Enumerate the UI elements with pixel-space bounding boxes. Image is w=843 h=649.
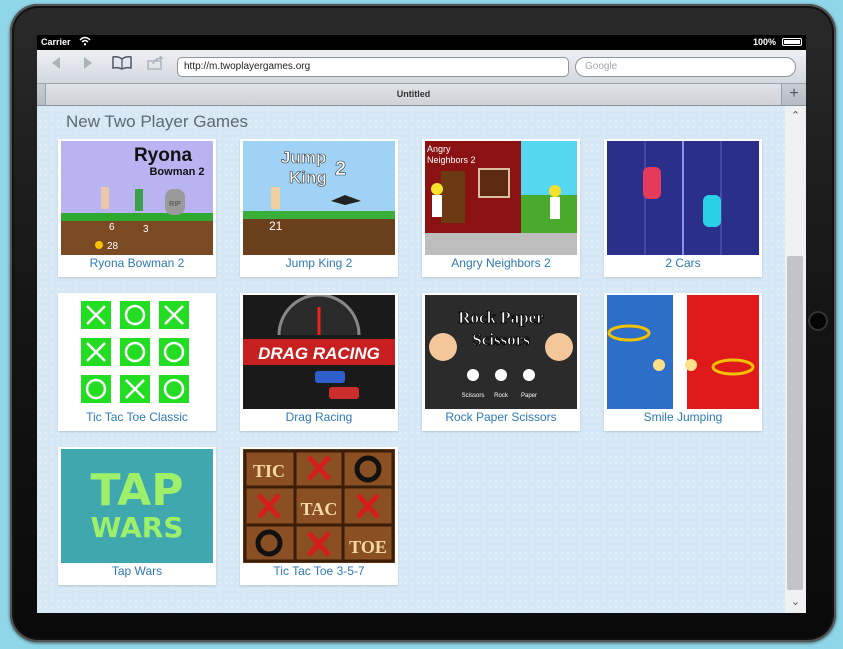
back-button[interactable]	[45, 56, 67, 76]
back-arrow-icon	[52, 57, 60, 69]
game-card-2-cars[interactable]: 2 Cars	[604, 139, 762, 277]
game-thumbnail: TAP WARS	[61, 449, 213, 563]
forward-button[interactable]	[77, 56, 99, 76]
battery-icon	[782, 38, 802, 46]
tab-untitled[interactable]: Untitled	[45, 84, 782, 105]
game-title: 2 Cars	[665, 256, 701, 270]
game-thumbnail: Jump King 2 21	[243, 141, 395, 255]
svg-text:Angry: Angry	[427, 144, 451, 154]
svg-text:2: 2	[335, 158, 346, 180]
page-title: New Two Player Games	[66, 112, 249, 131]
svg-text:WARS: WARS	[90, 511, 183, 544]
svg-text:Rock: Rock	[494, 393, 509, 399]
game-card-jump-king-2[interactable]: Jump King 2 21 Jump King 2	[240, 139, 398, 277]
game-thumbnail	[607, 141, 759, 255]
carrier-label: Carrier	[41, 37, 71, 47]
svg-text:RIP: RIP	[169, 201, 181, 208]
svg-text:TOE: TOE	[349, 537, 387, 557]
game-card-tic-tac-toe-3-5-7[interactable]: TIC TAC TOE Tic Tac Toe 3-5-7	[240, 447, 398, 585]
wifi-icon	[79, 36, 91, 48]
svg-text:DRAG RACING: DRAG RACING	[258, 344, 380, 363]
home-button[interactable]	[810, 313, 826, 329]
game-thumbnail	[607, 295, 759, 409]
tic-tac-toe-grid	[61, 295, 213, 409]
svg-text:TAC: TAC	[301, 499, 338, 519]
share-icon	[147, 55, 164, 70]
scroll-thumb[interactable]	[787, 256, 803, 590]
bookmarks-button[interactable]	[111, 56, 133, 76]
game-card-ryona-bowman-2[interactable]: RIP Ryona Bowman 2 6 3 28 Ryona Bowman 2	[58, 139, 216, 277]
svg-text:Rock Paper: Rock Paper	[458, 308, 544, 327]
game-title: Rock Paper Scissors	[445, 410, 557, 424]
game-title: Angry Neighbors 2	[451, 256, 551, 270]
svg-text:6: 6	[109, 222, 115, 233]
share-button[interactable]	[145, 55, 167, 76]
scrollbar[interactable]: ⌃ ⌄	[785, 106, 806, 613]
game-title: Tap Wars	[111, 564, 163, 578]
game-title: Tic Tac Toe Classic	[86, 410, 188, 424]
svg-text:Paper: Paper	[521, 393, 537, 399]
game-title: Tic Tac Toe 3-5-7	[273, 564, 365, 578]
svg-text:TAP: TAP	[91, 465, 184, 516]
tab-bar: Untitled +	[37, 84, 806, 106]
forward-arrow-icon	[84, 57, 92, 69]
game-card-drag-racing[interactable]: DRAG RACING Drag Racing	[240, 293, 398, 431]
svg-text:Ryona: Ryona	[134, 145, 193, 166]
svg-text:Bowman 2: Bowman 2	[149, 166, 204, 178]
svg-text:3: 3	[143, 224, 149, 235]
svg-text:TIC: TIC	[253, 461, 285, 481]
game-card-tap-wars[interactable]: TAP WARS Tap Wars	[58, 447, 216, 585]
game-thumbnail: Angry Neighbors 2	[425, 141, 577, 255]
game-title: Jump King 2	[285, 256, 353, 270]
svg-text:28: 28	[107, 241, 119, 252]
game-card-rock-paper-scissors[interactable]: Rock Paper Scissors Scissors Rock Paper …	[422, 293, 580, 431]
screen: Carrier 100% http://m.twoplayergames.org…	[37, 35, 806, 613]
game-thumbnail: Rock Paper Scissors Scissors Rock Paper	[425, 295, 577, 409]
game-thumbnail	[61, 295, 213, 409]
game-thumbnail: RIP Ryona Bowman 2 6 3 28	[61, 141, 213, 255]
url-field[interactable]: http://m.twoplayergames.org	[177, 57, 569, 77]
game-thumbnail: DRAG RACING	[243, 295, 395, 409]
scroll-down-chevron-icon[interactable]: ⌄	[785, 594, 806, 610]
game-title: Ryona Bowman 2	[89, 256, 185, 270]
svg-text:Scissors: Scissors	[462, 393, 485, 399]
game-card-angry-neighbors-2[interactable]: Angry Neighbors 2 Angry Neighbors 2	[422, 139, 580, 277]
svg-text:Jump: Jump	[281, 148, 326, 167]
scroll-up-chevron-icon[interactable]: ⌃	[785, 108, 806, 124]
svg-text:21: 21	[269, 219, 283, 233]
book-icon	[112, 56, 132, 70]
game-title: Smile Jumping	[643, 410, 723, 424]
game-title: Drag Racing	[285, 410, 353, 424]
battery-percentage: 100%	[752, 37, 776, 47]
status-bar: Carrier 100%	[37, 35, 806, 50]
svg-text:Scissors: Scissors	[472, 330, 530, 349]
search-field[interactable]: Google	[575, 57, 796, 77]
game-card-tic-tac-toe-classic[interactable]: Tic Tac Toe Classic	[58, 293, 216, 431]
page-content: New Two Player Games RIP Ryona Bowman 2 …	[37, 106, 785, 613]
svg-text:King: King	[289, 168, 327, 187]
svg-text:Neighbors 2: Neighbors 2	[427, 155, 476, 165]
browser-toolbar: http://m.twoplayergames.org Google	[37, 50, 806, 84]
new-tab-button[interactable]: +	[784, 85, 804, 103]
game-card-smile-jumping[interactable]: Smile Jumping	[604, 293, 762, 431]
game-thumbnail: TIC TAC TOE	[243, 449, 395, 563]
